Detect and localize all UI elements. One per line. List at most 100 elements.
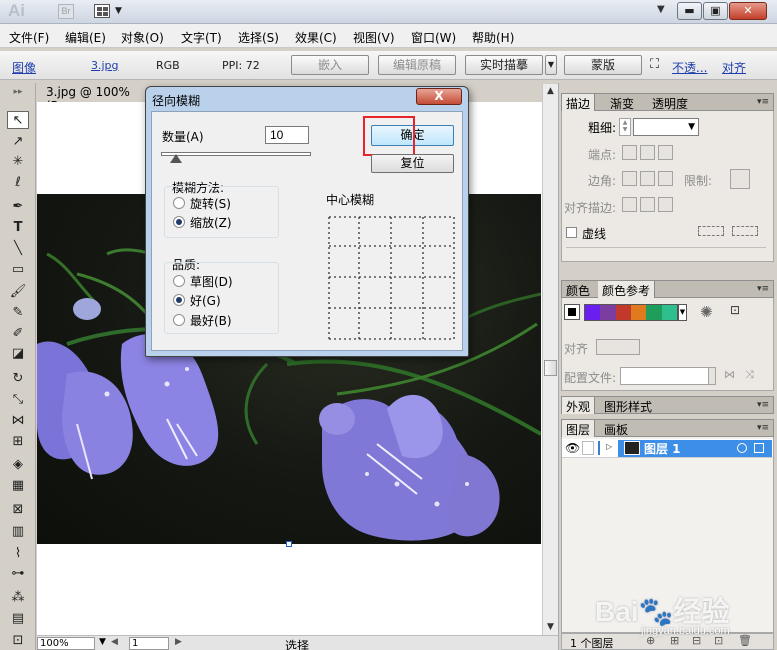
scroll-up-icon[interactable]: ▲ <box>543 84 558 99</box>
panel-collapse-icon[interactable]: ▸▸ <box>7 83 29 101</box>
bounding-box-handle[interactable] <box>286 541 292 547</box>
zoom-dropdown-icon[interactable]: ▼ <box>99 637 106 647</box>
tab-graphic-styles[interactable]: 图形样式 <box>600 397 656 414</box>
miter-join-button[interactable] <box>622 171 637 186</box>
swatch-3[interactable] <box>630 305 647 320</box>
minimize-button[interactable]: ▬ <box>677 2 702 20</box>
embed-button[interactable]: 嵌入 <box>291 55 369 75</box>
butt-cap-button[interactable] <box>622 145 637 160</box>
tab-transparency[interactable]: 透明度 <box>648 94 692 111</box>
radio-zoom-dot[interactable] <box>173 216 185 228</box>
eraser-tool-icon[interactable]: ◪ <box>7 345 29 363</box>
amount-input[interactable] <box>265 126 309 144</box>
page-select[interactable]: 1 <box>129 637 169 650</box>
layer-row[interactable]: 👁 ▷ 图层 1 <box>562 439 773 458</box>
align-center-button[interactable] <box>622 197 637 212</box>
maximize-button[interactable]: ▣ <box>703 2 728 20</box>
menu-edit[interactable]: 编辑(E) <box>65 29 106 46</box>
live-trace-button[interactable]: 实时描摹 <box>465 55 543 75</box>
gradient-tool-icon[interactable]: ▥ <box>7 523 29 541</box>
dialog-close-button[interactable]: X <box>416 88 462 105</box>
shuffle-icon[interactable]: ⤨ <box>745 368 754 382</box>
dash-align-icon[interactable] <box>732 226 758 236</box>
next-page-icon[interactable]: ▶ <box>175 637 182 647</box>
paintbrush-tool-icon[interactable]: 🖌 <box>7 283 29 301</box>
swatch-1[interactable] <box>600 305 616 320</box>
direct-selection-tool-icon[interactable]: ↗ <box>7 133 29 151</box>
swatch-0[interactable] <box>585 305 601 320</box>
harmony-swatches[interactable] <box>584 304 678 321</box>
magic-wand-tool-icon[interactable]: ✳ <box>7 153 29 171</box>
edit-original-button[interactable]: 编辑原稿 <box>378 55 456 75</box>
transform-icon[interactable]: ⛶ <box>650 57 659 72</box>
layer-selected-bg[interactable]: 图层 1 <box>618 440 772 457</box>
document-tab[interactable]: 3.jpg @ 100% (R <box>40 83 146 113</box>
type-tool-icon[interactable]: T <box>7 219 29 237</box>
scrollbar-thumb[interactable] <box>544 360 557 376</box>
column-graph-tool-icon[interactable]: ▤ <box>7 610 29 628</box>
menu-type[interactable]: 文字(T) <box>181 29 222 46</box>
line-tool-icon[interactable]: ╲ <box>7 240 29 258</box>
image-link[interactable]: 图像 <box>12 59 36 76</box>
color-wheel-icon[interactable]: ✺ <box>700 303 713 321</box>
menu-help[interactable]: 帮助(H) <box>472 29 514 46</box>
scale-tool-icon[interactable]: ⤡ <box>7 391 29 409</box>
lasso-tool-icon[interactable]: ℓ <box>7 174 29 192</box>
base-color-swatch[interactable] <box>564 304 580 320</box>
radio-spin-dot[interactable] <box>173 197 185 209</box>
arrange-documents-icon[interactable] <box>94 4 110 18</box>
zoom-select[interactable]: 100% <box>37 637 95 650</box>
panel-menu-icon[interactable]: ▾≡ <box>757 400 769 410</box>
symbol-sprayer-tool-icon[interactable]: ⁂ <box>7 589 29 607</box>
visibility-eye-icon[interactable]: 👁 <box>565 441 580 455</box>
blob-brush-tool-icon[interactable]: ✐ <box>7 325 29 343</box>
scroll-down-icon[interactable]: ▼ <box>543 620 558 635</box>
blend-tool-icon[interactable]: ⊶ <box>7 565 29 583</box>
menu-select[interactable]: 选择(S) <box>238 29 279 46</box>
swatch-4[interactable] <box>646 305 662 320</box>
tab-gradient[interactable]: 渐变 <box>606 94 638 111</box>
vertical-scrollbar[interactable]: ▲ ▼ <box>542 84 558 636</box>
chevron-down-icon[interactable]: ▼ <box>115 6 122 16</box>
panel-menu-icon[interactable]: ▾≡ <box>757 423 769 433</box>
align-link[interactable]: 对齐 <box>722 59 746 76</box>
file-name-link[interactable]: 3.jpg <box>91 59 119 72</box>
limit-input[interactable] <box>730 169 750 189</box>
bevel-join-button[interactable] <box>658 171 673 186</box>
amount-slider[interactable] <box>161 152 311 156</box>
round-join-button[interactable] <box>640 171 655 186</box>
selection-square-icon[interactable] <box>754 443 764 453</box>
pen-tool-icon[interactable]: ✒ <box>7 198 29 216</box>
opacity-link[interactable]: 不透... <box>672 59 707 76</box>
selection-tool-icon[interactable]: ↖ <box>7 111 29 129</box>
move-icon[interactable]: ⋈ <box>724 368 735 381</box>
dash-gap-fields[interactable] <box>566 247 766 259</box>
chevron-down-icon[interactable]: ▼ <box>657 4 665 15</box>
profile-stepper[interactable] <box>708 367 716 385</box>
amount-slider-thumb[interactable] <box>170 154 182 163</box>
expand-layer-icon[interactable]: ▷ <box>606 442 612 451</box>
panel-menu-icon[interactable]: ▾≡ <box>757 284 769 294</box>
menu-effect[interactable]: 效果(C) <box>295 29 337 46</box>
projecting-cap-button[interactable] <box>658 145 673 160</box>
profile-select[interactable] <box>620 367 716 385</box>
status-text[interactable]: 选择 <box>285 637 309 650</box>
reset-button[interactable]: 复位 <box>371 154 454 173</box>
free-transform-tool-icon[interactable]: ⊞ <box>7 433 29 451</box>
menu-file[interactable]: 文件(F) <box>9 29 49 46</box>
harmony-dropdown-icon[interactable]: ▼ <box>678 304 687 321</box>
mask-button[interactable]: 蒙版 <box>564 55 642 75</box>
swatch-2[interactable] <box>615 305 631 320</box>
first-page-icon[interactable]: ◀ <box>111 637 118 647</box>
panel-menu-icon[interactable]: ▾≡ <box>757 97 769 107</box>
swatch-5[interactable] <box>661 305 677 320</box>
layer-name[interactable]: 图层 1 <box>644 440 681 457</box>
radio-best-dot[interactable] <box>173 314 185 326</box>
close-window-button[interactable]: ✕ <box>729 2 767 20</box>
eyedropper-tool-icon[interactable]: ⌇ <box>7 545 29 563</box>
weight-input[interactable]: ▼ <box>633 118 699 136</box>
save-swatch-icon[interactable]: ⊡ <box>730 303 740 317</box>
live-trace-options-button[interactable]: ▼ <box>545 55 557 75</box>
align-buttons[interactable] <box>596 339 640 355</box>
radio-draft-dot[interactable] <box>173 275 185 287</box>
